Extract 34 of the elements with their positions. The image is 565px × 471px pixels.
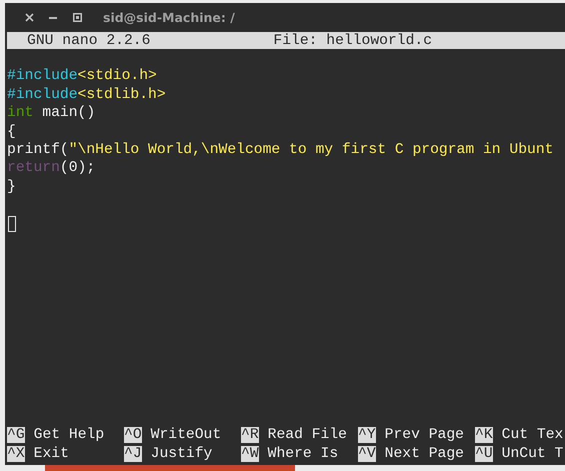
code-line: #include<stdio.h>: [7, 67, 158, 86]
window-title: sid@sid-Machine: /: [103, 10, 235, 25]
shortcut-key: ^V: [358, 446, 376, 462]
file-name: File: helloworld.c: [273, 32, 432, 48]
minimize-icon: [49, 16, 57, 18]
shortcut-label: Read File: [268, 427, 347, 443]
shortcut-label: WriteOut: [150, 427, 222, 443]
shortcut-key: ^K: [475, 427, 493, 443]
code-line: #include<stdlib.h>: [7, 86, 167, 104]
shortcut-label: Get Help: [34, 427, 104, 443]
shortcut-label: Justify: [150, 446, 212, 462]
code-line: printf("\nHello World,\nWelcome to my first C program in Ubunt: [7, 140, 554, 160]
code-line: return(0);: [7, 159, 96, 178]
shortcut-key: ^Y: [358, 427, 376, 443]
code-line: {: [7, 122, 17, 141]
shortcut-key: ^J: [124, 446, 142, 462]
shortcut-key: ^W: [241, 446, 259, 462]
shortcut-key: ^U: [475, 446, 493, 462]
shortcut-key: ^G: [7, 427, 25, 443]
close-icon: [24, 13, 34, 22]
shortcut-label: Where Is: [268, 446, 338, 462]
maximize-icon: [72, 13, 82, 22]
shortcut-label: UnCut T: [502, 446, 564, 462]
shortcut-label: Cut Tex: [502, 427, 564, 443]
text-cursor: [8, 216, 16, 232]
shortcut-key: ^X: [7, 446, 25, 462]
shortcut-label: Next Page: [384, 446, 464, 462]
code-line: int main(): [7, 104, 96, 123]
shortcut-key: ^R: [241, 427, 259, 443]
shortcut-key: ^O: [124, 427, 142, 443]
code-line: }: [7, 178, 17, 196]
shortcut-label: Exit: [34, 446, 69, 462]
nano-version: GNU nano 2.2.6: [27, 32, 150, 48]
shortcut-label: Prev Page: [384, 427, 464, 443]
